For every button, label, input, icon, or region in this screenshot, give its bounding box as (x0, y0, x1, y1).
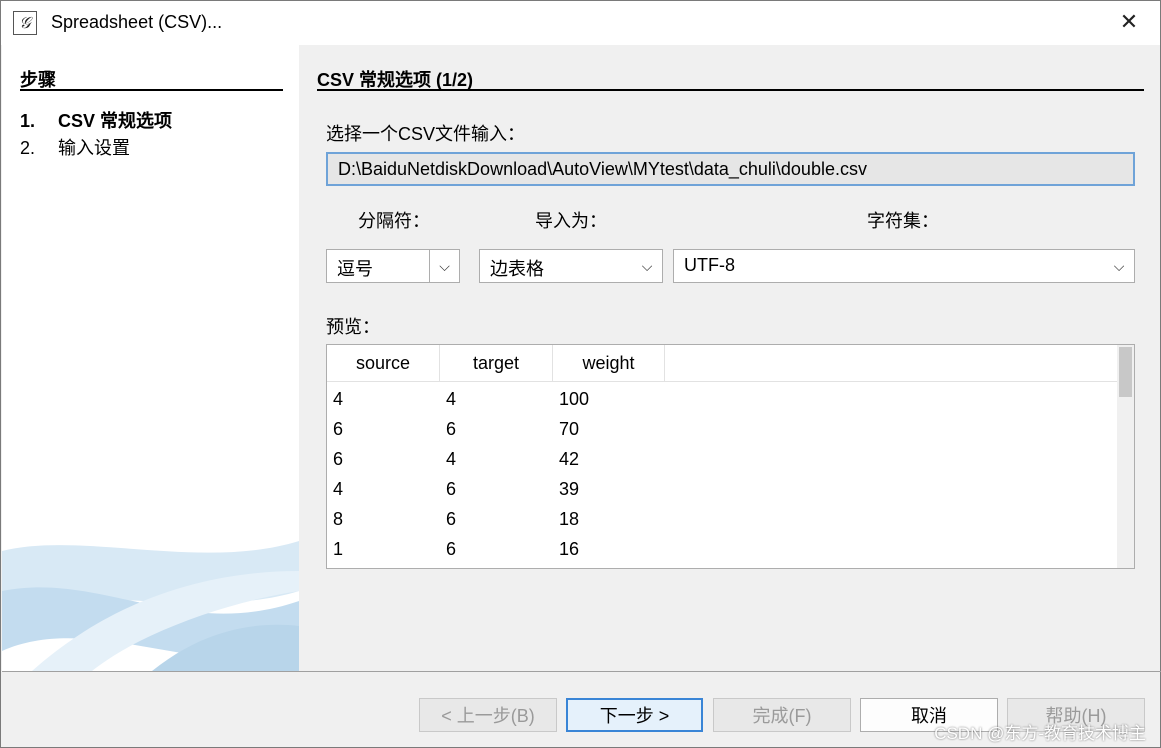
scrollbar-thumb[interactable] (1119, 347, 1132, 397)
import-as-select[interactable]: 边表格 ⌵ (479, 249, 663, 283)
step-item-2: 2. 输入设置 (20, 134, 130, 160)
column-header-weight[interactable]: weight (553, 345, 665, 382)
decorative-swoosh-graphic (2, 541, 299, 671)
table-row: 1 6 16 (327, 534, 665, 564)
step-item-1: 1. CSV 常规选项 (20, 107, 172, 133)
app-logo-icon: 𝒢 (13, 11, 37, 35)
table-row: 4 4 100 (327, 384, 665, 414)
table-cell: 4 (446, 388, 457, 409)
column-header-target[interactable]: target (440, 345, 553, 382)
table-cell: 100 (559, 388, 590, 409)
close-icon[interactable]: ✕ (1116, 9, 1142, 35)
charset-select[interactable]: UTF-8 ⌵ (673, 249, 1135, 283)
table-cell: 6 (446, 538, 457, 559)
table-cell: 1 (333, 538, 344, 559)
step-label: CSV 常规选项 (58, 111, 173, 131)
window-title: Spreadsheet (CSV)... (51, 12, 223, 32)
preview-label: 预览： (326, 317, 380, 337)
back-button[interactable]: < 上一步(B) (419, 698, 557, 732)
separator-label: 分隔符： (358, 211, 430, 231)
import-as-value: 边表格 (490, 259, 544, 279)
charset-label: 字符集： (867, 211, 939, 231)
file-path-input[interactable]: D:\BaiduNetdiskDownload\AutoView\MYtest\… (326, 152, 1135, 186)
table-cell: 6 (333, 418, 344, 439)
table-cell: 16 (559, 538, 580, 559)
table-cell: 18 (559, 508, 580, 529)
table-cell: 70 (559, 418, 580, 439)
table-row: 8 6 18 (327, 504, 665, 534)
table-row: 6 4 42 (327, 444, 665, 474)
step-number: 2. (20, 138, 36, 158)
section-divider (317, 89, 1144, 91)
charset-value: UTF-8 (684, 255, 735, 275)
step-label: 输入设置 (58, 138, 130, 158)
column-header-source[interactable]: source (327, 345, 440, 382)
table-header: source target weight (327, 345, 1117, 382)
steps-panel: 步骤 1. CSV 常规选项 2. 输入设置 (2, 45, 299, 671)
table-cell: 6 (446, 418, 457, 439)
title-bar: 𝒢 Spreadsheet (CSV)... ✕ (1, 1, 1160, 45)
separator-value: 逗号 (337, 259, 373, 279)
table-cell: 39 (559, 478, 580, 499)
steps-divider (20, 89, 283, 91)
footer-divider (2, 671, 1161, 672)
import-as-label: 导入为： (535, 211, 607, 231)
table-cell: 42 (559, 448, 580, 469)
table-cell: 6 (333, 448, 344, 469)
table-cell: 4 (446, 448, 457, 469)
next-button[interactable]: 下一步 > (566, 698, 703, 732)
table-cell: 4 (333, 478, 344, 499)
separator-select[interactable]: 逗号 ⌵ (326, 249, 460, 283)
chevron-down-icon[interactable]: ⌵ (429, 250, 459, 282)
preview-table[interactable]: source target weight 4 4 100 6 6 70 6 4 … (326, 344, 1135, 569)
table-row: 4 6 39 (327, 474, 665, 504)
table-cell: 8 (333, 508, 344, 529)
table-cell: 6 (446, 478, 457, 499)
table-row: 6 6 70 (327, 414, 665, 444)
table-cell: 6 (446, 508, 457, 529)
wizard-window: 𝒢 Spreadsheet (CSV)... ✕ 步骤 1. CSV 常规选项 2… (0, 0, 1161, 748)
step-number: 1. (20, 111, 36, 131)
file-label: 选择一个CSV文件输入： (326, 124, 526, 144)
watermark-text: CSDN @东方-教育技术博主 (934, 724, 1146, 743)
chevron-down-icon[interactable]: ⌵ (632, 250, 662, 282)
vertical-scrollbar[interactable] (1117, 345, 1134, 568)
table-cell: 4 (333, 388, 344, 409)
chevron-down-icon[interactable]: ⌵ (1104, 250, 1134, 282)
finish-button[interactable]: 完成(F) (713, 698, 851, 732)
